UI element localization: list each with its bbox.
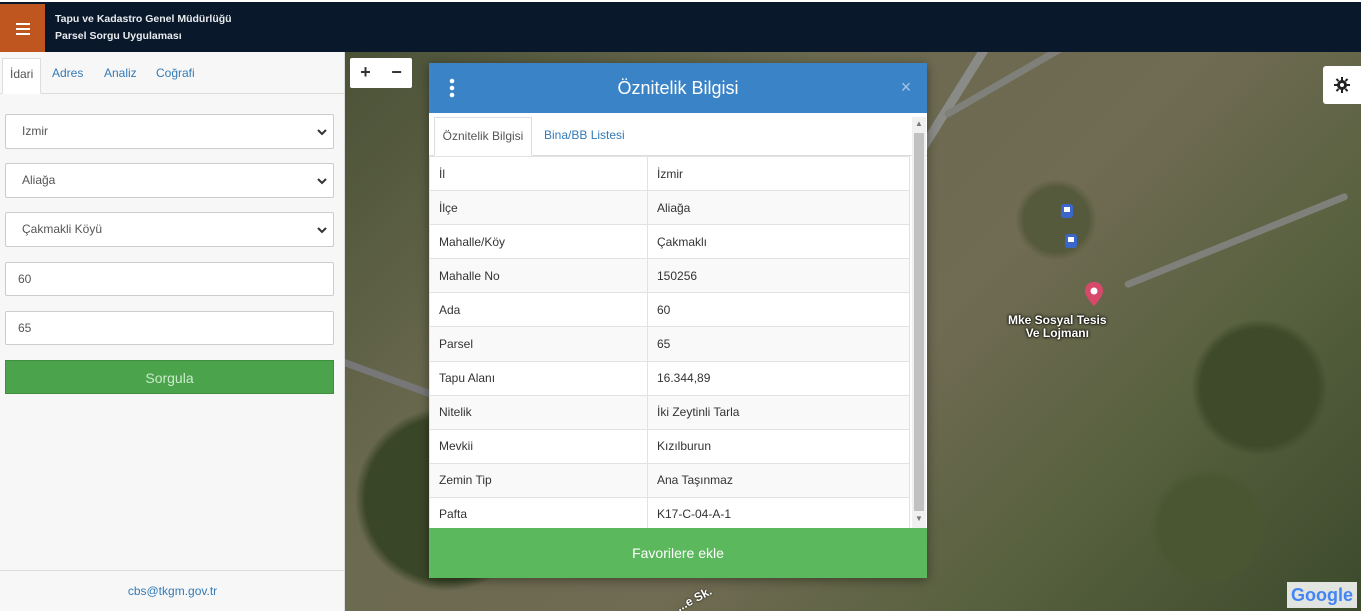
row-value: 65: [647, 326, 910, 362]
table-row: Pafta K17-C-04-A-1: [429, 496, 910, 528]
chevron-down-icon: [317, 129, 327, 136]
province-select[interactable]: Izmir: [5, 114, 334, 149]
map-road: [345, 352, 439, 400]
poi-label[interactable]: Mke Sosyal Tesis Ve Lojmanı: [1008, 314, 1107, 340]
popup-tabs: Öznitelik Bilgisi Bina/BB Listesi: [429, 113, 927, 156]
table-row: Mahalle/Köy Çakmaklı: [429, 224, 910, 260]
row-key: Nitelik: [429, 394, 648, 430]
sidebar-tabs: İdari Adres Analiz Coğrafi: [0, 52, 345, 94]
zoom-in-button[interactable]: +: [350, 58, 381, 88]
row-value: Aliağa: [647, 190, 910, 226]
contact-email-link[interactable]: cbs@tkgm.gov.tr: [0, 570, 345, 611]
attribute-table: İl İzmir İlçe Aliağa Mahalle/Köy Çakmaklı M…: [429, 156, 911, 528]
row-key: Pafta: [429, 496, 648, 528]
bus-stop-icon[interactable]: [1065, 234, 1077, 248]
scroll-down-icon[interactable]: ▼: [915, 515, 923, 523]
row-key: Mevkii: [429, 428, 648, 464]
parsel-input[interactable]: 65: [5, 311, 334, 345]
row-value: Çakmaklı: [647, 224, 910, 260]
row-key: İlçe: [429, 190, 648, 226]
app-title: Tapu ve Kadastro Genel Müdürlüğü Parsel …: [55, 11, 232, 45]
neighborhood-value: Çakmakli Köyü: [22, 222, 103, 236]
chevron-down-icon: [317, 178, 327, 185]
scroll-thumb[interactable]: [914, 133, 924, 511]
neighborhood-select[interactable]: Çakmakli Köyü: [5, 212, 334, 247]
settings-button[interactable]: [1323, 66, 1361, 104]
street-label: ...e Sk.: [673, 583, 715, 611]
map-pin-icon[interactable]: [1085, 282, 1103, 306]
zoom-out-button[interactable]: −: [381, 58, 412, 88]
tab-cografi[interactable]: Coğrafi: [156, 58, 195, 94]
tab-idari[interactable]: İdari: [2, 58, 42, 94]
table-row: Zemin Tip Ana Taşınmaz: [429, 462, 910, 498]
row-key: Mahalle No: [429, 258, 648, 294]
poi-label-line2: Ve Lojmanı: [1025, 326, 1089, 340]
row-key: Mahalle/Köy: [429, 224, 648, 260]
table-row: Nitelik İki Zeytinli Tarla: [429, 394, 910, 430]
close-icon[interactable]: ×: [897, 77, 915, 97]
gear-icon: [1334, 77, 1350, 93]
popup-scrollbar[interactable]: ▲ ▼: [912, 117, 926, 528]
table-row: Ada 60: [429, 292, 910, 328]
row-value: K17-C-04-A-1: [647, 496, 910, 528]
menu-icon: [15, 23, 30, 35]
row-value: 150256: [647, 258, 910, 294]
map-zoom-controls: + −: [350, 58, 412, 88]
row-key: İl: [429, 156, 648, 192]
app-title-line2: Parsel Sorgu Uygulaması: [55, 30, 182, 42]
row-key: Ada: [429, 292, 648, 328]
google-logo: Google: [1287, 582, 1357, 608]
popup-title: Öznitelik Bilgisi: [617, 78, 739, 98]
tab-attribute-info[interactable]: Öznitelik Bilgisi: [434, 117, 532, 156]
tab-analiz[interactable]: Analiz: [104, 58, 137, 94]
table-row: Tapu Alanı 16.344,89: [429, 360, 910, 396]
row-key: Parsel: [429, 326, 648, 362]
menu-button[interactable]: [0, 4, 45, 54]
row-key: Zemin Tip: [429, 462, 648, 498]
row-value: Ana Taşınmaz: [647, 462, 910, 498]
map-road: [1123, 192, 1349, 289]
chevron-down-icon: [317, 227, 327, 234]
popup-header: Öznitelik Bilgisi ×: [429, 63, 927, 113]
scroll-up-icon[interactable]: ▲: [915, 120, 923, 128]
add-to-favorites-button[interactable]: Favorilere ekle: [429, 528, 927, 578]
table-row: İlçe Aliağa: [429, 190, 910, 226]
province-value: Izmir: [22, 124, 48, 138]
table-row: Parsel 65: [429, 326, 910, 362]
row-value: İki Zeytinli Tarla: [647, 394, 910, 430]
attribute-info-popup: Öznitelik Bilgisi × Öznitelik Bilgisi Bi…: [429, 63, 927, 578]
table-row: Mevkii Kızılburun: [429, 428, 910, 464]
district-select[interactable]: Aliağa: [5, 163, 334, 198]
tab-adres[interactable]: Adres: [52, 58, 83, 94]
tab-building-list[interactable]: Bina/BB Listesi: [544, 117, 625, 156]
table-row: Mahalle No 150256: [429, 258, 910, 294]
query-sidebar: İdari Adres Analiz Coğrafi Izmir Aliağa …: [0, 52, 345, 611]
row-value: 16.344,89: [647, 360, 910, 396]
table-row: İl İzmir: [429, 156, 910, 192]
bus-stop-icon[interactable]: [1061, 204, 1073, 218]
row-value: Kızılburun: [647, 428, 910, 464]
row-key: Tapu Alanı: [429, 360, 648, 396]
ada-input[interactable]: 60: [5, 262, 334, 296]
query-button[interactable]: Sorgula: [5, 360, 334, 394]
app-title-line1: Tapu ve Kadastro Genel Müdürlüğü: [55, 13, 232, 25]
district-value: Aliağa: [22, 173, 56, 187]
app-header: Tapu ve Kadastro Genel Müdürlüğü Parsel …: [0, 0, 1361, 54]
row-value: İzmir: [647, 156, 910, 192]
row-value: 60: [647, 292, 910, 328]
